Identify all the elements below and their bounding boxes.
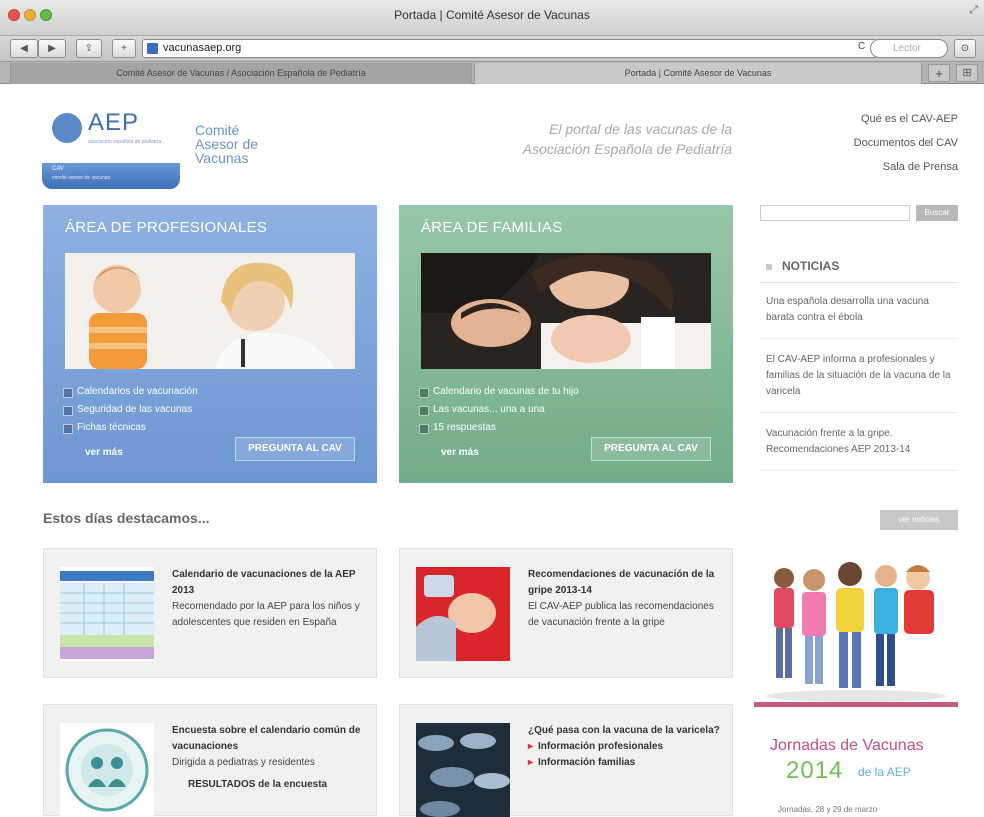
card-body: Recomendado por la AEP para los niños y … <box>172 601 360 628</box>
committee-name: Comité Asesor de Vacunas <box>195 123 258 165</box>
card-body: El CAV-AEP publica las recomendaciones d… <box>528 601 714 628</box>
ad-org: de la AEP <box>858 765 911 779</box>
address-bar-url: vacunasaep.org <box>163 42 242 54</box>
link-sala-prensa[interactable]: Sala de Prensa <box>778 155 958 179</box>
card-title[interactable]: Calendario de vacunaciones de la AEP 201… <box>172 567 368 599</box>
professionals-area: ÁREA DE PROFESIONALES Calendarios de vac… <box>43 205 377 483</box>
fullscreen-icon[interactable]: ⤢ <box>969 4 978 17</box>
card-text: Calendario de vacunaciones de la AEP 201… <box>172 567 368 631</box>
committee-line: Comité <box>195 122 240 138</box>
families-ask-button[interactable]: PREGUNTA AL CAV <box>591 437 711 461</box>
committee-line: Asesor de <box>195 136 259 152</box>
committee-line: Vacunas <box>195 150 249 166</box>
web-page: AEP asociación española de pediatría CAV… <box>0 85 984 817</box>
survey-results-link[interactable]: RESULTADOS de la encuesta <box>172 777 368 793</box>
forward-button[interactable]: ▶ <box>38 39 66 58</box>
view-news-button[interactable]: ver noticias <box>880 510 958 530</box>
new-tab-button[interactable]: + <box>928 64 950 82</box>
card-text: ¿Qué pasa con la vacuna de la varicela? … <box>528 723 724 771</box>
link-documentos[interactable]: Documentos del CAV <box>778 131 958 155</box>
flu-thumbnail <box>416 567 510 661</box>
search-field[interactable]: Lector <box>870 39 948 58</box>
professionals-title[interactable]: ÁREA DE PROFESIONALES <box>65 219 267 236</box>
window-title: Portada | Comité Asesor de Vacunas <box>394 8 590 22</box>
families-links: Calendario de vacunas de tu hijo Las vac… <box>419 383 579 437</box>
window-titlebar: Portada | Comité Asesor de Vacunas ⤢ <box>0 0 984 36</box>
professionals-links: Calendarios de vacunación Seguridad de l… <box>63 383 198 437</box>
card-text: Recomendaciones de vacunación de la grip… <box>528 567 724 631</box>
aep-logo[interactable]: AEP asociación española de pediatría CAV… <box>42 107 180 189</box>
browser-toolbar: ◀ ▶ ⇪ + vacunasaep.org C Lector ⊙ <box>0 36 984 62</box>
site-search-button[interactable]: Buscar <box>916 205 958 221</box>
news-list: Una española desarrolla una vacuna barat… <box>760 291 958 481</box>
children-photo[interactable] <box>754 548 958 704</box>
back-button[interactable]: ◀ <box>10 39 38 58</box>
ad-title[interactable]: Jornadas de Vacunas <box>770 737 924 755</box>
reader-button[interactable]: ⊙ <box>954 39 976 58</box>
reload-button[interactable]: C <box>858 41 865 52</box>
featured-card-calendar[interactable]: Calendario de vacunaciones de la AEP 201… <box>43 548 377 678</box>
vials-thumbnail <box>416 723 510 817</box>
families-title[interactable]: ÁREA DE FAMILIAS <box>421 219 563 236</box>
tagline-line: Asociación Española de Pediatría <box>522 141 732 157</box>
bullet-icon <box>766 264 772 270</box>
ad-date: Jornadas, 28 y 29 de marzo <box>778 805 878 814</box>
tagline-line: El portal de las vacunas de la <box>549 121 732 137</box>
news-item[interactable]: Vacunación frente a la gripe. Recomendac… <box>760 423 958 471</box>
tab-aep[interactable]: Comité Asesor de Vacunas / Asociación Es… <box>10 63 472 84</box>
featured-card-survey[interactable]: Encuesta sobre el calendario común de va… <box>43 704 377 817</box>
card-body: Dirigida a pediatras y residentes <box>172 757 315 768</box>
news-heading: NOTICIAS <box>760 255 958 283</box>
site-search-input[interactable] <box>760 205 910 221</box>
professionals-ask-button[interactable]: PREGUNTA AL CAV <box>235 437 355 461</box>
calendar-thumbnail <box>60 567 154 661</box>
professionals-more-link[interactable]: ver más <box>85 447 123 458</box>
prof-link-seguridad[interactable]: Seguridad de las vacunas <box>63 401 198 419</box>
featured-card-varicella[interactable]: ¿Qué pasa con la vacuna de la varicela? … <box>399 704 733 817</box>
prof-link-fichas[interactable]: Fichas técnicas <box>63 419 198 437</box>
card-title[interactable]: ¿Qué pasa con la vacuna de la varicela? <box>528 723 724 739</box>
professionals-photo <box>65 253 355 369</box>
header-links: Qué es el CAV-AEP Documentos del CAV Sal… <box>778 107 958 179</box>
logo-text: AEP <box>88 109 140 136</box>
tab-bar: Comité Asesor de Vacunas / Asociación Es… <box>0 62 984 84</box>
tabs-overview-button[interactable]: ⊞ <box>956 64 978 82</box>
ad-year: 2014 <box>786 757 844 784</box>
logo-tagline: asociación española de pediatría <box>88 139 162 145</box>
families-photo <box>421 253 711 369</box>
ad-divider <box>754 702 958 707</box>
news-item[interactable]: Una española desarrolla una vacuna barat… <box>760 291 958 339</box>
survey-seal-image <box>60 723 154 817</box>
logo-band-title: CAV <box>52 166 64 172</box>
card-title[interactable]: Recomendaciones de vacunación de la grip… <box>528 567 724 599</box>
prof-link-calendarios[interactable]: Calendarios de vacunación <box>63 383 198 401</box>
site-favicon-icon <box>147 43 158 54</box>
share-button[interactable]: ⇪ <box>76 39 102 58</box>
logo-band-sub: comité asesor de vacunas <box>52 175 111 181</box>
varicella-professionals-link[interactable]: Información profesionales <box>528 739 724 755</box>
families-area: ÁREA DE FAMILIAS Calendario de vacunas d… <box>399 205 733 483</box>
add-bookmark-button[interactable]: + <box>112 39 136 58</box>
featured-card-flu[interactable]: Recomendaciones de vacunación de la grip… <box>399 548 733 678</box>
families-more-link[interactable]: ver más <box>441 447 479 458</box>
fam-link-calendario[interactable]: Calendario de vacunas de tu hijo <box>419 383 579 401</box>
fam-link-respuestas[interactable]: 15 respuestas <box>419 419 579 437</box>
featured-heading: Estos días destacamos... <box>43 510 210 526</box>
varicella-families-link[interactable]: Información familias <box>528 755 724 771</box>
site-tagline: El portal de las vacunas de la Asociació… <box>468 119 732 159</box>
fam-link-vacunas[interactable]: Las vacunas... una a una <box>419 401 579 419</box>
news-heading-text: NOTICIAS <box>782 259 840 273</box>
tab-portada[interactable]: Portada | Comité Asesor de Vacunas <box>474 63 922 84</box>
aep-emblem-icon <box>52 113 82 143</box>
address-bar[interactable]: vacunasaep.org <box>142 39 878 58</box>
news-item[interactable]: El CAV-AEP informa a profesionales y fam… <box>760 349 958 413</box>
card-title[interactable]: Encuesta sobre el calendario común de va… <box>172 723 368 755</box>
card-text: Encuesta sobre el calendario común de va… <box>172 723 368 793</box>
link-que-es-cav[interactable]: Qué es el CAV-AEP <box>778 107 958 131</box>
